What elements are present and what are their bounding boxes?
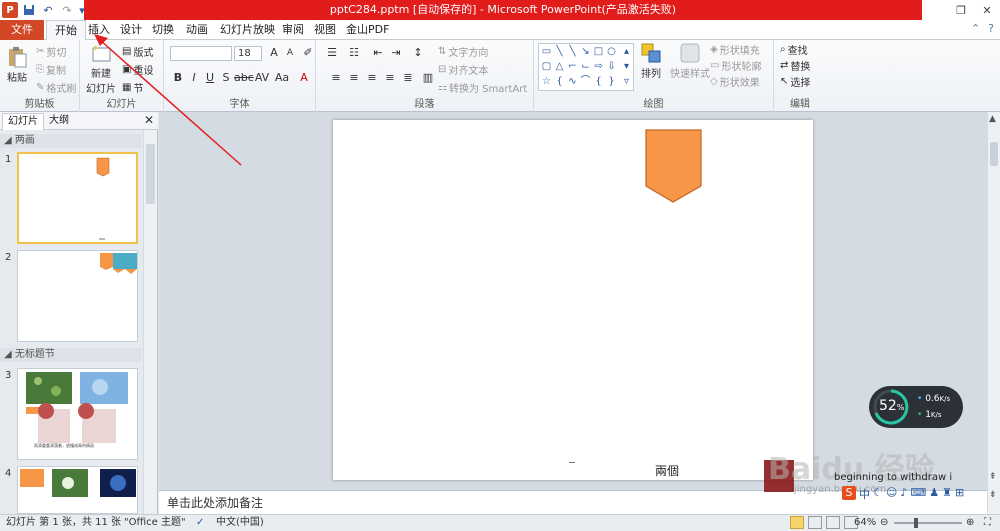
sogou-ime-icon[interactable]: S (842, 486, 856, 500)
ime-chinese-icon[interactable]: 中 (859, 486, 870, 502)
ime-toolbar: S 中 ☾ ☺ ♪ ⌨ ♟ ♜ ⊞ (842, 486, 964, 502)
slide-counter: 幻灯片 第 1 张，共 11 张 (6, 517, 121, 528)
zoom-slider-thumb[interactable] (914, 518, 918, 528)
download-speed: • 1K/s (917, 410, 942, 420)
scroll-up-icon[interactable]: ▲ (989, 114, 996, 124)
ime-keyboard-icon[interactable]: ⌨ (910, 486, 926, 502)
watermark-subtitle: beginning to withdraw i (834, 472, 953, 483)
zoom-level[interactable]: 64% (854, 515, 876, 531)
zoom-out-icon[interactable]: ⊖ (880, 515, 888, 531)
spellcheck-icon[interactable]: ✓ (196, 515, 204, 531)
zoom-slider[interactable] (894, 518, 962, 528)
upload-dot-icon: • (917, 394, 923, 404)
ime-grid-icon[interactable]: ⊞ (955, 486, 964, 502)
ime-user-icon[interactable]: ♟ (929, 486, 939, 502)
download-dot-icon: • (917, 410, 923, 420)
network-speed-widget: 52% • 0.6K/s • 1K/s (869, 386, 963, 428)
theme-name: "Office 主题" (124, 517, 186, 528)
ime-mic-icon[interactable]: ♪ (900, 486, 907, 502)
ime-shirt-icon[interactable]: ♜ (942, 486, 952, 502)
zoom-in-icon[interactable]: ⊕ (966, 515, 974, 531)
view-buttons (790, 516, 858, 529)
fit-slide-icon[interactable]: ⛶ (984, 515, 991, 531)
baidu-watermark: Baidu 经验 beginning to withdraw i jingyan… (764, 440, 999, 502)
ime-emoji-icon[interactable]: ☺ (886, 486, 897, 502)
status-bar: 幻灯片 第 1 张，共 11 张 "Office 主题" ✓ 中文(中国) 64… (0, 514, 1000, 531)
slide-sorter-icon[interactable] (808, 516, 822, 529)
normal-view-icon[interactable] (790, 516, 804, 529)
cpu-percent: 52% (879, 398, 905, 414)
language-indicator[interactable]: 中文(中国) (216, 515, 264, 531)
upload-speed: • 0.6K/s (917, 394, 951, 404)
ime-moon-icon[interactable]: ☾ (873, 486, 883, 502)
reading-view-icon[interactable] (826, 516, 840, 529)
